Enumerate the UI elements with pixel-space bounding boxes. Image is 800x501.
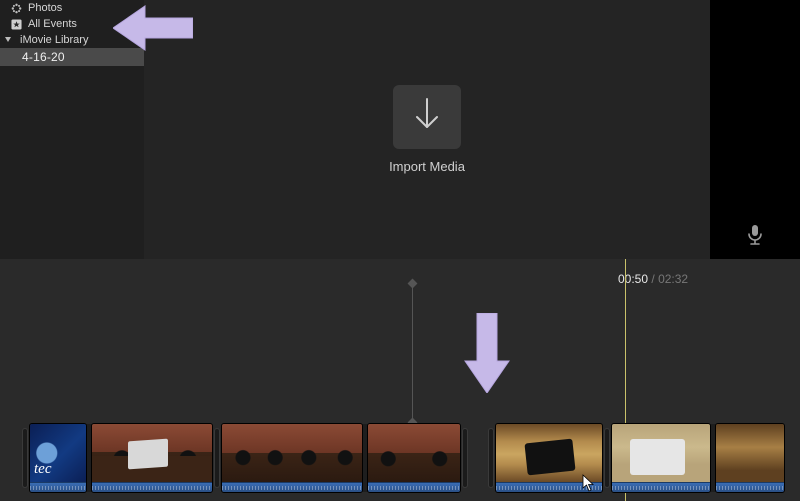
library-sidebar: Photos All Events iMovie Library 4-16-20 (0, 0, 144, 259)
timeline-clips-row (0, 419, 800, 497)
current-time: 00:50 (618, 272, 648, 286)
clip-thumbnail (30, 424, 86, 482)
disclosure-triangle-icon (2, 34, 14, 46)
media-browser: Import Media (144, 0, 710, 259)
cut-marker[interactable] (412, 283, 413, 423)
sidebar-item-all-events[interactable]: All Events (0, 16, 144, 32)
total-time: 02:32 (658, 272, 688, 286)
clip-audio-waveform (368, 482, 460, 492)
clip-thumbnail (92, 424, 212, 482)
preview-panel (710, 0, 800, 259)
clip-audio-waveform (612, 482, 710, 492)
clip-edge-handle[interactable] (214, 428, 220, 488)
timeline-clip[interactable] (92, 424, 212, 492)
clip-audio-waveform (496, 482, 602, 492)
time-readout: 00:50 / 02:32 (618, 272, 688, 286)
timeline-clip[interactable] (496, 424, 602, 492)
sidebar-item-photos[interactable]: Photos (0, 0, 144, 16)
timeline: 00:50 / 02:32 (0, 259, 800, 501)
sidebar-item-label: All Events (28, 18, 77, 30)
sidebar-event-selected[interactable]: 4-16-20 (0, 48, 144, 66)
sidebar-item-imovie-library[interactable]: iMovie Library (0, 32, 144, 48)
sidebar-item-label: Photos (28, 2, 62, 14)
clip-thumbnail (612, 424, 710, 482)
clip-thumbnail (716, 424, 784, 482)
clip-group-1 (20, 424, 470, 492)
microphone-icon[interactable] (746, 224, 764, 251)
sidebar-event-label: 4-16-20 (22, 50, 65, 64)
timeline-clip[interactable] (716, 424, 784, 492)
star-box-icon (10, 18, 22, 30)
import-media-label: Import Media (389, 159, 465, 174)
clip-edge-handle[interactable] (488, 428, 494, 488)
timeline-clip[interactable] (612, 424, 710, 492)
import-media-button[interactable]: Import Media (389, 85, 465, 174)
clip-thumbnail (496, 424, 602, 482)
clip-group-2 (486, 424, 784, 492)
timeline-clip[interactable] (30, 424, 86, 492)
download-arrow-icon (410, 95, 444, 140)
sidebar-item-label: iMovie Library (20, 34, 88, 46)
clip-audio-waveform (92, 482, 212, 492)
clip-edge-handle[interactable] (22, 428, 28, 488)
clip-audio-waveform (30, 482, 86, 492)
clip-audio-waveform (222, 482, 362, 492)
photos-icon (10, 2, 22, 14)
clip-thumbnail (368, 424, 460, 482)
clip-audio-waveform (716, 482, 784, 492)
clip-edge-handle[interactable] (462, 428, 468, 488)
clip-edge-handle[interactable] (604, 428, 610, 488)
clip-thumbnail (222, 424, 362, 482)
time-separator: / (651, 272, 654, 286)
timeline-clip[interactable] (368, 424, 460, 492)
timeline-clip[interactable] (222, 424, 362, 492)
